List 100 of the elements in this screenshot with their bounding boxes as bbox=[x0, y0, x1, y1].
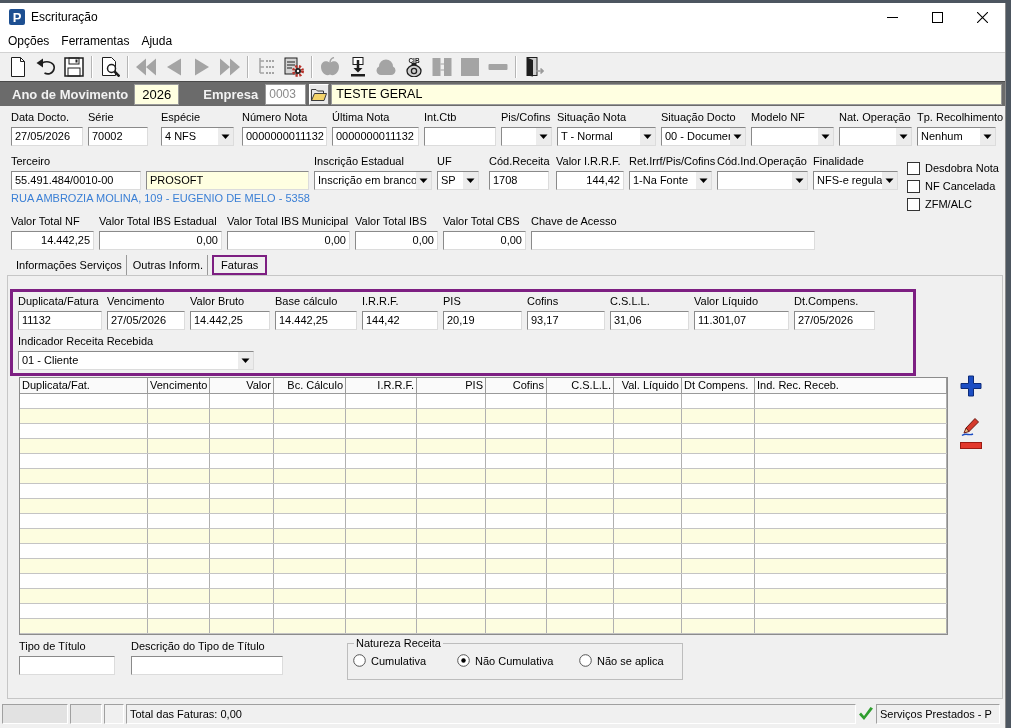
dropdown[interactable]: 4 NFS bbox=[161, 127, 234, 146]
input-field[interactable]: 55.491.484/0010-00 bbox=[11, 171, 141, 190]
app-icon: P bbox=[9, 9, 25, 25]
input-field[interactable]: 11.301,07 bbox=[694, 311, 789, 330]
field-label: Situação Nota bbox=[557, 111, 627, 124]
document-icon[interactable] bbox=[8, 57, 28, 77]
dropdown[interactable] bbox=[717, 171, 808, 190]
input-field[interactable]: 0,00 bbox=[99, 231, 222, 250]
pencil-icon[interactable] bbox=[961, 416, 981, 436]
status-text: Total das Faturas: 0,00 bbox=[126, 704, 856, 724]
checkbox[interactable] bbox=[907, 161, 920, 175]
field-label: Valor Total NF bbox=[11, 215, 80, 228]
caret-icon bbox=[896, 128, 911, 145]
dropdown[interactable] bbox=[751, 127, 834, 146]
input-field[interactable]: 27/05/2026 bbox=[11, 127, 83, 146]
company-name-field[interactable]: TESTE GERAL bbox=[331, 83, 1002, 105]
input-field[interactable]: 70002 bbox=[88, 127, 148, 146]
input-field[interactable]: 11132 bbox=[18, 311, 102, 330]
field-label: UF bbox=[437, 155, 452, 168]
undo-icon[interactable] bbox=[36, 57, 56, 77]
input-field[interactable] bbox=[531, 231, 815, 250]
input-field[interactable]: 0000000011132 bbox=[242, 127, 327, 146]
year-field[interactable]: 2026 bbox=[134, 83, 180, 105]
tab[interactable]: Informações Serviços bbox=[12, 255, 127, 275]
dropdown[interactable]: SP bbox=[437, 171, 479, 190]
document-search-icon[interactable] bbox=[100, 57, 120, 77]
field-label: Terceiro bbox=[11, 155, 51, 168]
status-text: Serviços Prestados - P bbox=[876, 704, 1000, 724]
input-field[interactable]: 20,19 bbox=[443, 311, 522, 330]
input-field[interactable] bbox=[424, 127, 496, 146]
input-field[interactable]: 0,00 bbox=[443, 231, 526, 250]
input-field[interactable]: 1708 bbox=[489, 171, 549, 190]
field-label: Valor I.R.R.F. bbox=[556, 155, 621, 168]
field-label: Série bbox=[88, 111, 114, 124]
year-label: Ano de Movimento bbox=[12, 86, 129, 102]
caret-icon bbox=[730, 128, 745, 145]
read-only-field[interactable]: PROSOFT bbox=[146, 171, 309, 190]
dropdown[interactable]: 00 - Documer bbox=[661, 127, 746, 146]
caret-icon bbox=[792, 172, 807, 189]
save-icon[interactable] bbox=[64, 57, 84, 77]
radio-button[interactable] bbox=[353, 654, 366, 667]
checkbox-label: ZFM/ALC bbox=[925, 198, 973, 210]
input-field[interactable]: 93,17 bbox=[527, 311, 605, 330]
dropdown[interactable]: T - Normal bbox=[557, 127, 656, 146]
radio-button[interactable] bbox=[579, 654, 592, 667]
input-field[interactable]: 27/05/2026 bbox=[794, 311, 875, 330]
column-header: Ind. Rec. Receb. bbox=[755, 378, 947, 393]
input-field[interactable]: 0000000011132 bbox=[332, 127, 419, 146]
input-field[interactable]: 14.442,25 bbox=[190, 311, 270, 330]
field-label: Valor Líquido bbox=[694, 295, 758, 308]
dropdown[interactable] bbox=[839, 127, 912, 146]
minus-icon[interactable] bbox=[960, 442, 982, 449]
radio-button[interactable] bbox=[457, 654, 470, 667]
field-label: Finalidade bbox=[813, 155, 864, 168]
column-header: Vencimento bbox=[148, 378, 210, 393]
radio-label: Não se aplica bbox=[597, 654, 664, 667]
dropdown[interactable]: 1-Na Fonte bbox=[629, 171, 712, 190]
input-field[interactable]: 31,06 bbox=[610, 311, 689, 330]
document-gear-icon[interactable] bbox=[284, 57, 304, 77]
status-panel bbox=[2, 704, 68, 724]
dropdown[interactable]: NFS-e regula bbox=[813, 171, 898, 190]
input-field[interactable]: 0,00 bbox=[355, 231, 438, 250]
dropdown[interactable]: 01 - Cliente bbox=[18, 351, 254, 370]
folder-button[interactable] bbox=[309, 83, 330, 105]
close-icon bbox=[977, 11, 988, 23]
download-icon[interactable] bbox=[348, 57, 368, 77]
input-field[interactable]: 144,42 bbox=[556, 171, 624, 190]
dropdown[interactable] bbox=[501, 127, 552, 146]
tab[interactable]: Faturas bbox=[212, 255, 268, 275]
tab[interactable]: Outras Inform. bbox=[128, 255, 209, 275]
caret-icon bbox=[696, 172, 711, 189]
input-field[interactable] bbox=[131, 656, 283, 675]
input-field[interactable]: 14.442,25 bbox=[11, 231, 94, 250]
plus-icon[interactable] bbox=[960, 375, 982, 397]
input-field[interactable]: 14.442,25 bbox=[275, 311, 357, 330]
field-label: Número Nota bbox=[242, 111, 308, 124]
checkbox[interactable] bbox=[907, 197, 920, 211]
dropdown[interactable]: Nenhum bbox=[917, 127, 996, 146]
field-label: Inscrição Estadual bbox=[314, 155, 404, 168]
field-label: Cofins bbox=[527, 295, 559, 308]
menu-item[interactable]: Opções bbox=[2, 33, 56, 50]
dropdown[interactable]: Inscrição em branco bbox=[314, 171, 432, 190]
field-label: Valor Total IBS bbox=[355, 215, 427, 228]
exit-door-icon[interactable] bbox=[524, 57, 544, 77]
column-header: Dt Compens. bbox=[682, 378, 755, 393]
group-title: Natureza Receita bbox=[354, 637, 443, 650]
caret-icon bbox=[463, 172, 478, 189]
menu-item[interactable]: Ajuda bbox=[135, 33, 179, 50]
menu-item[interactable]: Ferramentas bbox=[55, 33, 136, 50]
field-label: PIS bbox=[443, 295, 461, 308]
input-field[interactable] bbox=[19, 656, 115, 675]
checkbox[interactable] bbox=[907, 179, 920, 193]
input-field[interactable]: 27/05/2026 bbox=[107, 311, 185, 330]
column-header: I.R.R.F. bbox=[346, 378, 417, 393]
minimize-icon bbox=[887, 16, 898, 18]
status-panel bbox=[70, 704, 102, 724]
field-label: Tp. Recolhimento bbox=[917, 111, 1004, 124]
input-field[interactable]: 144,42 bbox=[362, 311, 438, 330]
input-field[interactable]: 0,00 bbox=[227, 231, 350, 250]
radio-label: Cumulativa bbox=[371, 654, 427, 667]
